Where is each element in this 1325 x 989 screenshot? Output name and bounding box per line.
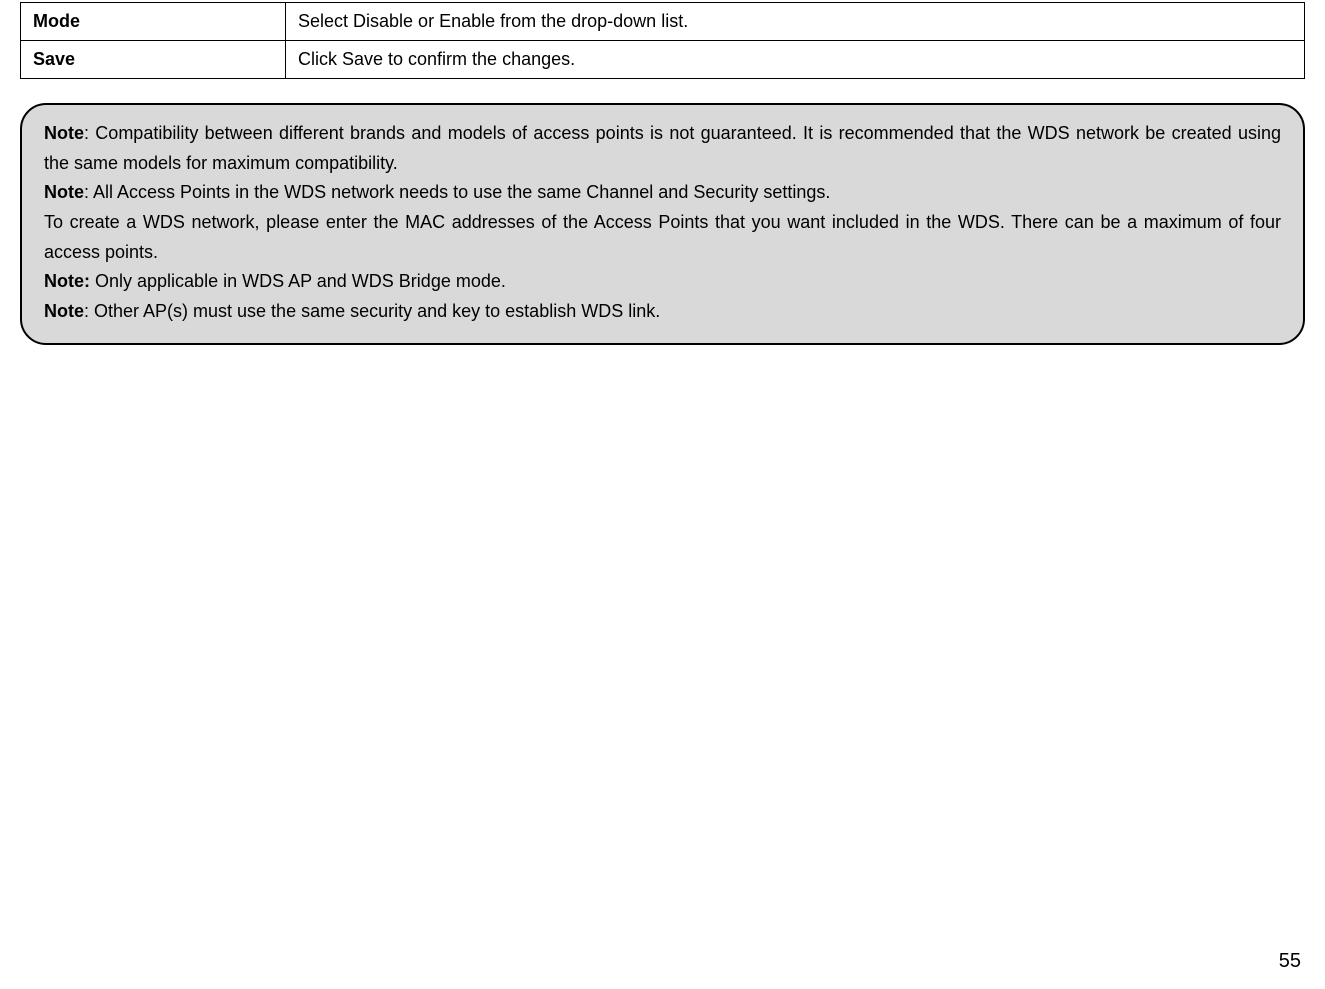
note-line: Note: All Access Points in the WDS netwo… <box>44 178 1281 208</box>
param-label: Mode <box>21 3 286 41</box>
table-row: Save Click Save to confirm the changes. <box>21 41 1305 79</box>
param-description: Select Disable or Enable from the drop-d… <box>286 3 1305 41</box>
note-label: Note: <box>44 271 90 291</box>
note-text: : All Access Points in the WDS network n… <box>84 182 830 202</box>
note-text: : Other AP(s) must use the same security… <box>84 301 660 321</box>
page-number: 55 <box>1279 950 1301 973</box>
note-line: Note: Only applicable in WDS AP and WDS … <box>44 267 1281 297</box>
note-label: Note <box>44 182 84 202</box>
note-line: Note: Other AP(s) must use the same secu… <box>44 297 1281 327</box>
note-line: Note: Compatibility between different br… <box>44 119 1281 178</box>
notes-callout: Note: Compatibility between different br… <box>20 103 1305 345</box>
table-row: Mode Select Disable or Enable from the d… <box>21 3 1305 41</box>
note-label: Note <box>44 301 84 321</box>
param-label: Save <box>21 41 286 79</box>
param-description: Click Save to confirm the changes. <box>286 41 1305 79</box>
note-text: To create a WDS network, please enter th… <box>44 212 1281 262</box>
note-text: : Compatibility between different brands… <box>44 123 1281 173</box>
parameters-table: Mode Select Disable or Enable from the d… <box>20 2 1305 79</box>
note-label: Note <box>44 123 84 143</box>
note-text: Only applicable in WDS AP and WDS Bridge… <box>90 271 506 291</box>
note-line: To create a WDS network, please enter th… <box>44 208 1281 267</box>
